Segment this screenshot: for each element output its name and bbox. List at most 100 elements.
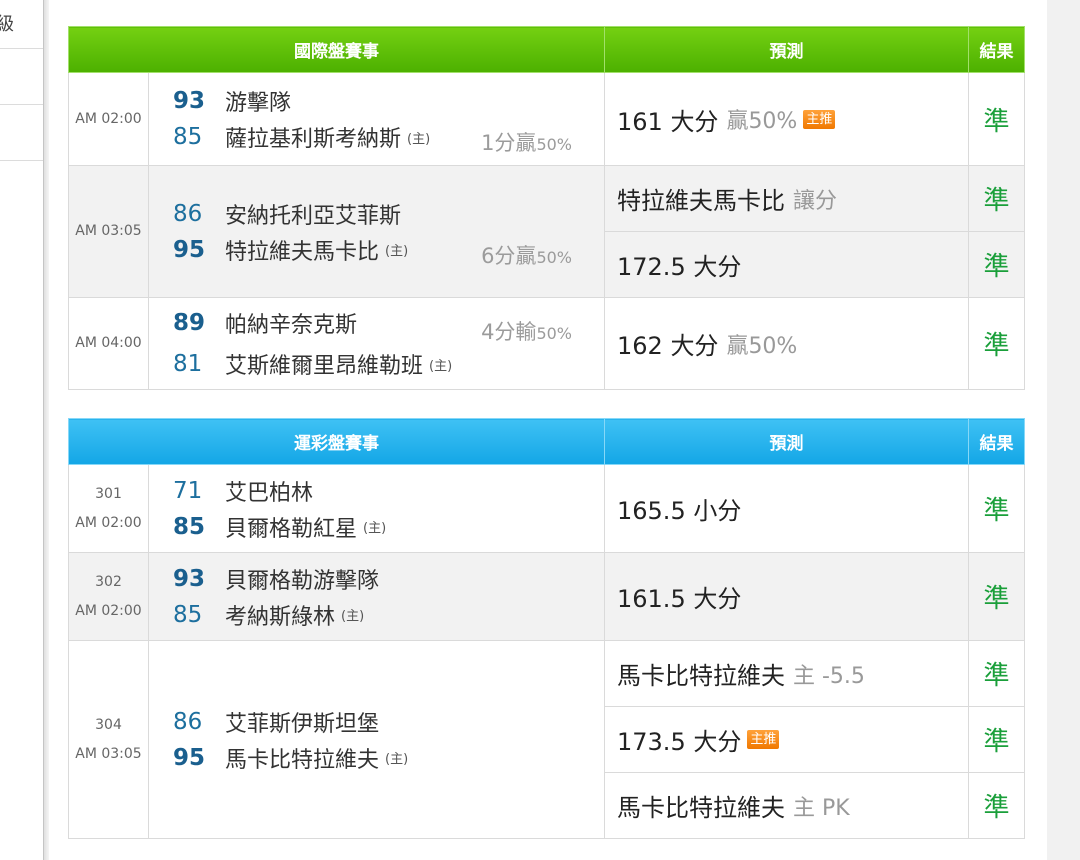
match-time: AM 03:05 xyxy=(68,165,149,298)
home-marker: (主) xyxy=(385,244,409,259)
handicap-pct: 50% xyxy=(536,135,572,154)
prediction-main: 161 大分 xyxy=(617,107,719,136)
team-score: 81 xyxy=(173,351,203,377)
prediction-cell: 特拉維夫馬卡比 讓分 xyxy=(604,165,969,232)
match-time: AM 02:00 xyxy=(75,514,142,531)
prediction-cell: 162 大分 贏50% xyxy=(604,297,969,390)
prediction-sub: 贏50% xyxy=(726,333,798,359)
sidebar-divider xyxy=(0,48,43,49)
prediction: 馬卡比特拉維夫 主 PK xyxy=(617,788,968,823)
handicap-value: 6分贏 xyxy=(481,244,537,268)
prediction-main: 172.5 大分 xyxy=(617,253,742,281)
match-time: AM 04:00 xyxy=(68,297,149,390)
team-name: 薩拉基利斯考納斯 xyxy=(225,127,402,152)
match-number: 301 xyxy=(95,485,122,502)
prediction-cell: 馬卡比特拉維夫 主 PK xyxy=(604,772,969,839)
prediction: 特拉維夫馬卡比 讓分 xyxy=(617,181,968,216)
prediction: 162 大分 贏50% xyxy=(617,326,968,361)
result-mark: 準 xyxy=(968,772,1025,839)
team-name: 特拉維夫馬卡比 xyxy=(225,239,380,265)
table-row[interactable]: 302 AM 02:00 93 貝爾格勒游擊隊 85 考納斯綠林 (主) 161… xyxy=(68,552,1025,641)
handicap-value: 1分贏 xyxy=(481,131,537,155)
table-row[interactable]: AM 04:00 89 帕納辛奈克斯 81 艾斯維爾里昂維勒班 (主) 4分輸5… xyxy=(68,297,1025,390)
team-name: 馬卡比特拉維夫 xyxy=(225,747,380,773)
match-teams: 86 艾菲斯伊斯坦堡 95 馬卡比特拉維夫 (主) xyxy=(148,640,605,839)
team-name: 貝爾格勒紅星 xyxy=(225,516,358,542)
result-mark: 準 xyxy=(968,706,1025,773)
team-score: 95 xyxy=(173,236,206,263)
prediction-cell: 161 大分 贏50% 主推 xyxy=(604,72,969,166)
result-mark: 準 xyxy=(968,552,1025,641)
prediction-cell: 173.5 大分 主推 xyxy=(604,706,969,773)
match-time: AM 02:00 xyxy=(68,72,149,166)
table-row[interactable]: 304 AM 03:05 86 艾菲斯伊斯坦堡 95 馬卡比特拉維夫 (主) 馬… xyxy=(68,640,1025,839)
result-mark: 準 xyxy=(968,640,1025,707)
prediction-sub: 主 -5.5 xyxy=(793,663,865,689)
prediction-cell: 165.5 小分 xyxy=(604,464,969,553)
team-line: 71 艾巴柏林 xyxy=(149,473,604,509)
result-mark: 準 xyxy=(968,464,1025,553)
result-mark: 準 xyxy=(968,165,1025,232)
home-marker: (主) xyxy=(363,521,387,536)
prediction: 馬卡比特拉維夫 主 -5.5 xyxy=(617,656,968,691)
team-line: 93 游擊隊 xyxy=(149,83,604,119)
home-marker: (主) xyxy=(341,609,365,624)
table-row[interactable]: 301 AM 02:00 71 艾巴柏林 85 貝爾格勒紅星 (主) 165.5… xyxy=(68,464,1025,553)
prediction-cell: 161.5 大分 xyxy=(604,552,969,641)
team-name: 安納托利亞艾菲斯 xyxy=(225,203,402,229)
match-teams: 71 艾巴柏林 85 貝爾格勒紅星 (主) xyxy=(148,464,605,553)
team-score: 85 xyxy=(173,513,206,540)
handicap-pct: 50% xyxy=(536,248,572,267)
result-mark: 準 xyxy=(968,231,1025,298)
handicap-pct: 50% xyxy=(536,324,572,343)
result-mark: 準 xyxy=(968,297,1025,390)
team-score: 95 xyxy=(173,744,206,771)
team-line: 81 艾斯維爾里昂維勒班 (主) xyxy=(149,346,604,382)
international-games-table: 國際盤賽事 預測 結果 AM 02:00 93 游擊隊 85 薩拉基利斯考納斯 … xyxy=(68,26,1025,390)
prediction-main: 馬卡比特拉維夫 xyxy=(617,794,785,822)
lottery-games-table: 運彩盤賽事 預測 結果 301 AM 02:00 71 艾巴柏林 85 貝爾格勒… xyxy=(68,418,1025,839)
team-score: 71 xyxy=(173,477,203,504)
match-id-time: 304 AM 03:05 xyxy=(68,640,149,839)
sidebar-partial-text: 級 xyxy=(0,14,14,35)
home-marker: (主) xyxy=(385,752,409,767)
table-header-row: 運彩盤賽事 預測 結果 xyxy=(68,418,1025,465)
prediction: 173.5 大分 主推 xyxy=(617,722,968,757)
prediction-main: 161.5 大分 xyxy=(617,585,742,613)
team-line: 86 艾菲斯伊斯坦堡 xyxy=(149,704,604,740)
prediction-main: 特拉維夫馬卡比 xyxy=(617,187,785,215)
table-row[interactable]: AM 02:00 93 游擊隊 85 薩拉基利斯考納斯 (主) 1分贏50% 1… xyxy=(68,72,1025,166)
team-line: 85 考納斯綠林 (主) xyxy=(149,597,604,633)
team-score: 86 xyxy=(173,200,203,227)
header-result: 結果 xyxy=(968,26,1025,73)
team-name: 艾巴柏林 xyxy=(225,480,314,506)
sidebar-divider xyxy=(0,104,43,105)
prediction: 161.5 大分 xyxy=(617,579,968,614)
match-teams: 86 安納托利亞艾菲斯 95 特拉維夫馬卡比 (主) 6分贏50% xyxy=(148,165,605,298)
team-score: 89 xyxy=(173,310,206,336)
match-id-time: 302 AM 02:00 xyxy=(68,552,149,641)
team-name: 艾斯維爾里昂維勒班 xyxy=(225,354,424,379)
page-right-margin xyxy=(1047,0,1080,860)
header-match: 國際盤賽事 xyxy=(68,26,605,73)
prediction: 172.5 大分 xyxy=(617,247,968,282)
match-number: 304 xyxy=(95,716,122,733)
team-line: 95 馬卡比特拉維夫 (主) xyxy=(149,740,604,776)
prediction: 161 大分 贏50% 主推 xyxy=(617,102,968,137)
table-header-row: 國際盤賽事 預測 結果 xyxy=(68,26,1025,73)
team-score: 85 xyxy=(173,601,203,628)
prediction-main: 173.5 大分 xyxy=(617,728,742,756)
header-match: 運彩盤賽事 xyxy=(68,418,605,465)
prediction: 165.5 小分 xyxy=(617,491,968,526)
table-row[interactable]: AM 03:05 86 安納托利亞艾菲斯 95 特拉維夫馬卡比 (主) 6分贏5… xyxy=(68,165,1025,298)
left-sidebar: 級 xyxy=(0,0,49,860)
match-time: AM 03:05 xyxy=(75,745,142,762)
team-name: 艾菲斯伊斯坦堡 xyxy=(225,711,380,737)
team-score: 93 xyxy=(173,565,206,592)
team-score: 86 xyxy=(173,708,203,735)
prediction-sub: 贏50% xyxy=(726,109,798,134)
featured-badge: 主推 xyxy=(803,109,836,129)
prediction-main: 162 大分 xyxy=(617,332,719,360)
header-prediction: 預測 xyxy=(604,26,969,73)
team-name: 游擊隊 xyxy=(225,91,292,116)
